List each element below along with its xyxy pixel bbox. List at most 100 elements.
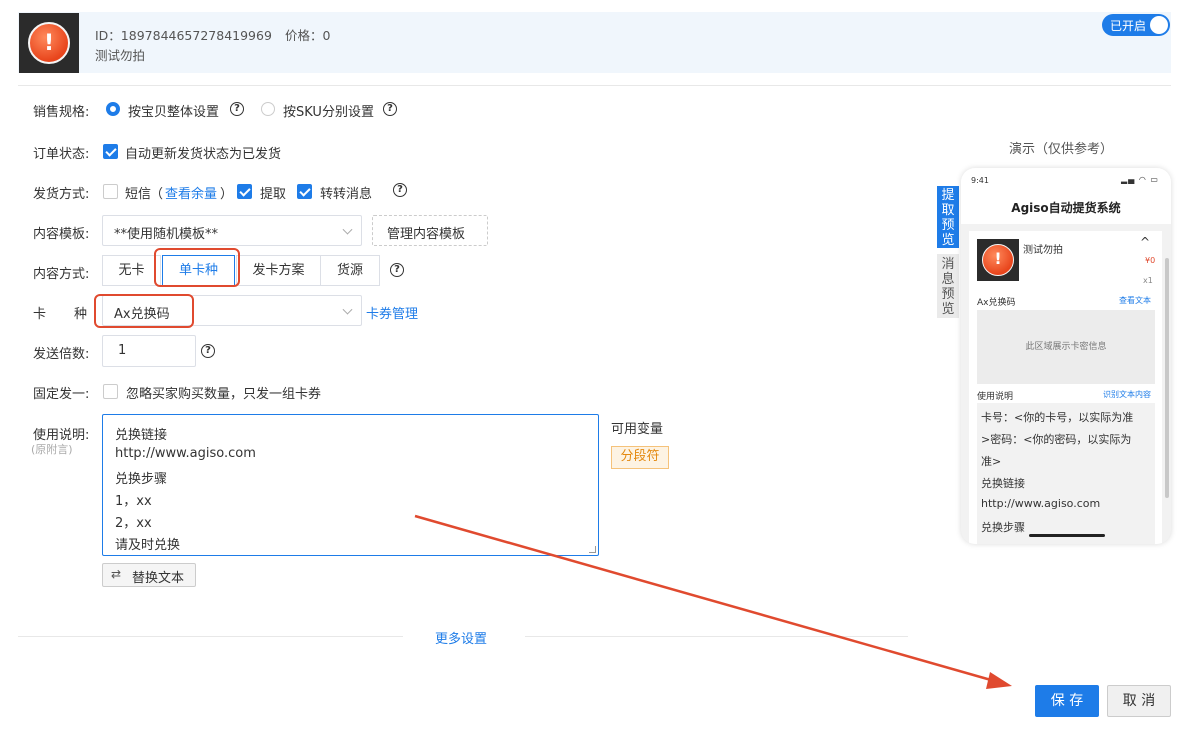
help-icon[interactable]: ? — [383, 102, 397, 116]
manage-template-button[interactable]: 管理内容模板 — [372, 215, 488, 246]
manage-template-button-label: 管理内容模板 — [387, 227, 466, 242]
preview-instructions-title: 使用说明 — [977, 392, 1014, 402]
help-icon[interactable]: ? — [230, 102, 244, 116]
segment-var-tag[interactable]: 分段符 — [611, 446, 669, 469]
divider — [18, 85, 1171, 86]
product-id: ID：1897844657278419969 — [95, 28, 272, 43]
help-icon[interactable]: ? — [390, 263, 404, 277]
sales-spec-label: 销售规格: — [33, 105, 90, 120]
replace-text-button[interactable]: ⇄ 替换文本 — [102, 563, 196, 587]
app-title: Agiso自动提货系统 — [961, 194, 1171, 224]
preview-product-name: 测试勿拍 — [1023, 245, 1063, 256]
arrow-head — [986, 672, 1012, 689]
preview-card: ! 测试勿拍 ^ ¥0 x1 Ax兑换码 查看文本 此区域展示卡密信息 使用说明… — [969, 231, 1162, 544]
sms-checkbox[interactable] — [103, 184, 118, 199]
textarea-line: 2，xx — [115, 516, 152, 531]
preview-scrollbar[interactable] — [1165, 258, 1169, 498]
content-mode-label: 内容方式: — [33, 267, 90, 282]
tab-message-label: 消息预览 — [941, 257, 955, 317]
mode-card-plan[interactable]: 发卡方案 — [236, 255, 321, 286]
chevron-down-icon — [342, 304, 353, 315]
more-settings-link[interactable]: 更多设置 — [435, 628, 487, 647]
toggle-label: 已开启 — [1110, 19, 1147, 33]
warning-icon: ! — [28, 22, 70, 64]
preview-line: 准> — [981, 455, 1002, 468]
preview-line: >密码：<你的密码，以实际为 — [981, 433, 1132, 446]
preview-thumbnail: ! — [977, 239, 1019, 281]
textarea-line: http://www.agiso.com — [115, 446, 256, 461]
copy-text-link[interactable]: 识别文本内容 — [1103, 389, 1151, 400]
help-icon[interactable]: ? — [393, 183, 407, 197]
tab-message-preview[interactable]: 消息预览 — [937, 254, 959, 318]
forward-label: 转转消息 — [320, 187, 373, 202]
toggle-knob — [1150, 16, 1168, 34]
tab-pickup-label: 提取预览 — [941, 188, 955, 248]
pickup-label: 提取 — [260, 187, 287, 202]
signal-icon: ▂▄ ◠ ▭ — [1121, 175, 1159, 184]
save-button[interactable]: 保 存 — [1035, 685, 1099, 717]
preview-content: 卡号：<你的卡号，以实际为准 >密码：<你的密码，以实际为 准> 兑换链接 ht… — [977, 403, 1155, 544]
multiplier-label: 发送倍数: — [33, 347, 90, 362]
sms-paren-close: ） — [220, 187, 234, 202]
instructions-sublabel: (原附言) — [31, 443, 73, 456]
template-select-value: **使用随机模板** — [114, 227, 219, 242]
textarea-line: 兑换链接 — [115, 428, 168, 443]
home-indicator — [1029, 534, 1105, 537]
preview-line: http://www.agiso.com — [981, 497, 1101, 510]
tab-pickup-preview[interactable]: 提取预览 — [937, 186, 959, 248]
help-icon[interactable]: ? — [201, 344, 215, 358]
phone-preview: 9:41 ▂▄ ◠ ▭ Agiso自动提货系统 ! 测试勿拍 ^ ¥0 x1 A… — [961, 168, 1171, 544]
enable-toggle[interactable]: 已开启 — [1102, 14, 1170, 36]
card-type-label-a: 卡 — [33, 307, 47, 322]
card-type-label-b: 种 — [74, 307, 88, 322]
divider — [525, 636, 908, 637]
annotation-highlight — [94, 294, 194, 328]
phone-statusbar: 9:41 ▂▄ ◠ ▭ — [961, 168, 1171, 194]
collapse-icon[interactable]: ^ — [1140, 235, 1150, 249]
warning-icon: ! — [982, 244, 1014, 276]
textarea-line: 请及时兑换 — [115, 538, 181, 553]
available-vars-label: 可用变量 — [611, 422, 664, 437]
cancel-button[interactable]: 取 消 — [1107, 685, 1171, 717]
preview-caption: 演示（仅供参考） — [1009, 142, 1114, 157]
auto-ship-checkbox[interactable] — [103, 144, 118, 159]
multiplier-value: 1 — [118, 343, 127, 358]
divider — [18, 636, 403, 637]
sms-paren-open: （ — [150, 187, 164, 202]
mode-supply[interactable]: 货源 — [320, 255, 380, 286]
sms-label: 短信 — [125, 187, 152, 202]
card-manage-link[interactable]: 卡券管理 — [366, 303, 418, 322]
preview-line: 卡号：<你的卡号，以实际为准 — [981, 411, 1134, 424]
instructions-textarea[interactable]: 兑换链接 http://www.agiso.com 兑换步骤 1，xx 2，xx… — [102, 414, 599, 556]
forward-checkbox[interactable] — [297, 184, 312, 199]
replace-text-label: 替换文本 — [132, 571, 185, 586]
resize-handle[interactable] — [589, 546, 596, 553]
product-price: 价格：0 — [285, 28, 331, 43]
card-info-area: 此区域展示卡密信息 — [977, 310, 1155, 384]
radio-whole-item-label: 按宝贝整体设置 — [128, 105, 220, 120]
preview-line: 兑换链接 — [981, 477, 1025, 490]
radio-per-sku[interactable] — [261, 102, 275, 116]
radio-per-sku-label: 按SKU分别设置 — [283, 105, 374, 120]
preview-line: 兑换步骤 — [981, 521, 1025, 534]
replace-icon: ⇄ — [111, 567, 122, 581]
chevron-down-icon — [342, 224, 353, 235]
auto-ship-checkbox-label: 自动更新发货状态为已发货 — [125, 147, 282, 162]
product-name: 测试勿拍 — [95, 48, 146, 63]
textarea-line: 1，xx — [115, 494, 152, 509]
fixed-one-label: 固定发一: — [33, 387, 90, 402]
template-select[interactable]: **使用随机模板** — [102, 215, 362, 246]
product-thumbnail: ! — [19, 13, 79, 73]
multiplier-input[interactable]: 1 — [102, 335, 196, 367]
preview-card-name: Ax兑换码 — [977, 298, 1016, 308]
radio-whole-item[interactable] — [106, 102, 120, 116]
phone-time: 9:41 — [971, 176, 989, 185]
ignore-qty-checkbox[interactable] — [103, 384, 118, 399]
view-text-link[interactable]: 查看文本 — [1119, 295, 1151, 306]
textarea-line: 兑换步骤 — [115, 472, 168, 487]
annotation-highlight — [154, 248, 240, 287]
view-balance-link[interactable]: 查看余量 — [165, 183, 217, 202]
mode-no-card[interactable]: 无卡 — [102, 255, 161, 286]
order-status-label: 订单状态: — [33, 147, 90, 162]
pickup-checkbox[interactable] — [237, 184, 252, 199]
